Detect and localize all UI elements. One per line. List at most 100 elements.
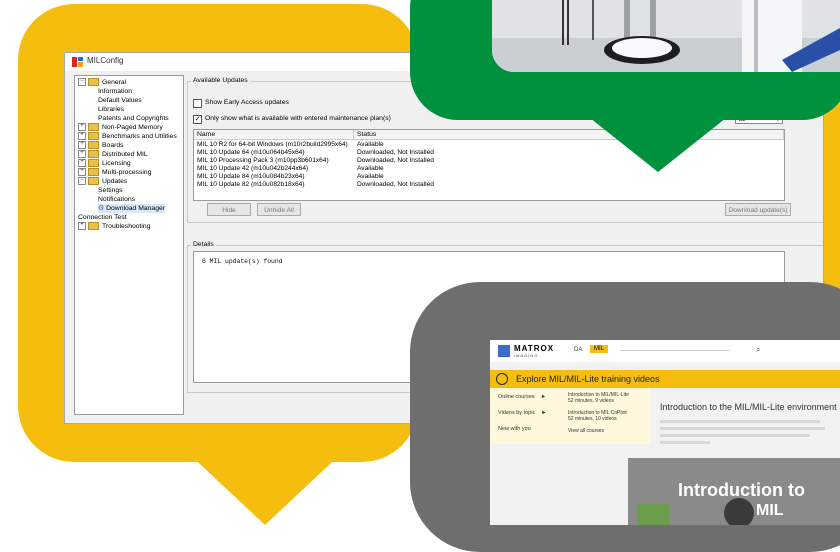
tree-item[interactable]: + Benchmarks and Utilities	[78, 132, 177, 141]
submenu-meta: 52 minutes, 10 videos	[568, 416, 617, 422]
play-icon	[496, 373, 508, 385]
menu-item-label: Videos by topic	[498, 410, 536, 416]
tree-item[interactable]: Connection Test	[78, 213, 127, 222]
tree-item-label: Download Manager	[106, 205, 166, 212]
banner-title: Explore MIL/MIL-Lite training videos	[516, 374, 660, 384]
tree-item[interactable]: Default Values	[98, 96, 142, 105]
download-manager-icon: ⚙	[98, 205, 105, 212]
thumbnail-circle	[724, 498, 754, 525]
update-status-cell: Downloaded, Not Installed	[357, 149, 434, 156]
column-header-name[interactable]: Name	[194, 130, 354, 140]
early-access-checkbox[interactable]	[193, 99, 202, 108]
menu-item[interactable]: Videos by topic ►	[498, 410, 547, 416]
hide-button[interactable]: Hide	[207, 203, 251, 216]
green-bubble-tail	[580, 110, 736, 172]
tree-item-label: Information	[98, 88, 133, 95]
update-name-cell: MIL 10 Update 64 (m10u064b45x64)	[197, 149, 305, 156]
website-screenshot: MATROX IMAGING DA MIL ⌕ Explore MIL/MIL-…	[490, 340, 840, 525]
course-description	[660, 420, 830, 450]
lab-equipment-image	[492, 0, 840, 72]
courses-menu: Online courses ► Videos by topic ► New with …	[490, 388, 650, 444]
tree-item-label: Distributed MIL	[102, 151, 148, 158]
tree-item[interactable]: − Updates	[78, 177, 127, 186]
tree-item[interactable]: Notifications	[98, 195, 135, 204]
expand-icon[interactable]: +	[78, 132, 86, 141]
lab-photo	[492, 0, 840, 72]
details-text: 6 MIL update(s) found	[202, 258, 283, 265]
folder-icon	[88, 123, 99, 132]
menu-item[interactable]: New with you	[498, 426, 537, 432]
update-name-cell: MIL 10 Update 84 (m10u084b23x64)	[197, 173, 305, 180]
folder-icon	[88, 150, 99, 159]
details-label: Details	[191, 241, 216, 248]
folder-icon	[88, 78, 99, 87]
folder-icon	[88, 141, 99, 150]
download-updates-button[interactable]: Download update(s)	[725, 203, 791, 216]
tree-item-label: General	[102, 79, 127, 86]
tree-item[interactable]: + Distributed MIL	[78, 150, 148, 159]
tree-item-label: Multi-processing	[102, 169, 152, 176]
yellow-bubble-tail	[185, 450, 345, 525]
tree-item-label: Connection Test	[78, 214, 127, 221]
tree-item-label: Updates	[102, 178, 128, 185]
tree-item[interactable]: Patents and Copyrights	[98, 114, 169, 123]
tree-item[interactable]: Information	[98, 87, 132, 96]
chevron-right-icon: ►	[540, 394, 547, 400]
submenu-item[interactable]: Introduction to MIL CoPilot 52 minutes, 1…	[568, 410, 627, 422]
thumbnail-block-green	[638, 504, 670, 525]
expand-icon[interactable]: +	[78, 222, 86, 231]
table-row[interactable]: MIL 10 Update 84 (m10u084b23x64) Availabl…	[194, 173, 784, 181]
matrox-logo-sub: IMAGING	[514, 353, 539, 358]
expand-icon[interactable]: +	[78, 150, 86, 159]
search-icon[interactable]: ⌕	[756, 345, 760, 355]
tree-item[interactable]: ⚙ Download Manager	[98, 204, 166, 213]
submenu-title: View all courses	[568, 428, 605, 434]
chevron-right-icon: ►	[541, 410, 547, 416]
nav-da[interactable]: DA	[574, 347, 582, 353]
expand-icon[interactable]: +	[78, 141, 86, 150]
folder-icon	[88, 177, 99, 186]
update-status-cell: Available	[357, 173, 384, 180]
tree-item[interactable]: + Boards	[78, 141, 124, 150]
expand-icon[interactable]: +	[78, 123, 86, 132]
tree-item-label: Non-Paged Memory	[102, 124, 163, 131]
update-name-cell: MIL 10 Processing Pack 3 (m10pp3b601x64)	[197, 157, 329, 164]
nav-mil[interactable]: MIL	[590, 345, 609, 353]
table-row[interactable]: MIL 10 Update 82 (m10u082b18x64) Download…	[194, 181, 784, 189]
submenu-item[interactable]: Introduction to MIL/MIL-Lite 52 minutes, …	[568, 392, 629, 404]
expand-icon[interactable]: +	[78, 159, 86, 168]
unhide-all-button[interactable]: Unhide All	[257, 203, 301, 216]
tree-item[interactable]: Libraries	[98, 105, 124, 114]
tree-item[interactable]: + Licensing	[78, 159, 131, 168]
matrox-logo-icon	[498, 345, 510, 357]
matrox-logo: MATROX	[514, 344, 555, 353]
settings-tree[interactable]: − General Information Default Values Librari…	[74, 75, 184, 415]
collapse-icon[interactable]: −	[78, 177, 86, 186]
tree-item-label: Default Values	[98, 97, 142, 104]
update-status-cell: Available	[357, 141, 384, 148]
tree-item-label: Settings	[98, 187, 123, 194]
tree-item[interactable]: Settings	[98, 186, 123, 195]
training-banner: Explore MIL/MIL-Lite training videos	[490, 370, 840, 388]
tree-item-label: Boards	[102, 142, 124, 149]
site-header: MATROX IMAGING DA MIL ⌕	[490, 340, 840, 362]
tree-item-label: Troubleshooting	[102, 223, 151, 230]
tree-item-label: Patents and Copyrights	[98, 115, 169, 122]
menu-item[interactable]: Online courses ►	[498, 394, 546, 400]
tree-item-label: Libraries	[98, 106, 125, 113]
tree-item[interactable]: − General	[78, 78, 126, 87]
collapse-icon[interactable]: −	[78, 78, 86, 87]
search-field[interactable]	[620, 350, 730, 351]
early-access-label: Show Early Access updates	[205, 99, 289, 106]
maintenance-plan-checkbox[interactable]: ✓	[193, 115, 202, 124]
maintenance-plan-label: Only show what is available with entered…	[205, 115, 391, 122]
tree-item-label: Benchmarks and Utilities	[102, 133, 177, 140]
tree-item[interactable]: + Troubleshooting	[78, 222, 151, 231]
expand-icon[interactable]: +	[78, 168, 86, 177]
tree-item[interactable]: + Non-Paged Memory	[78, 123, 163, 132]
video-thumbnail[interactable]: Introduction to MIL	[628, 458, 840, 525]
menu-item-label: New with you	[498, 426, 531, 432]
submenu-item[interactable]: View all courses	[568, 428, 604, 434]
tree-item[interactable]: + Multi-processing	[78, 168, 151, 177]
folder-icon	[88, 132, 99, 141]
